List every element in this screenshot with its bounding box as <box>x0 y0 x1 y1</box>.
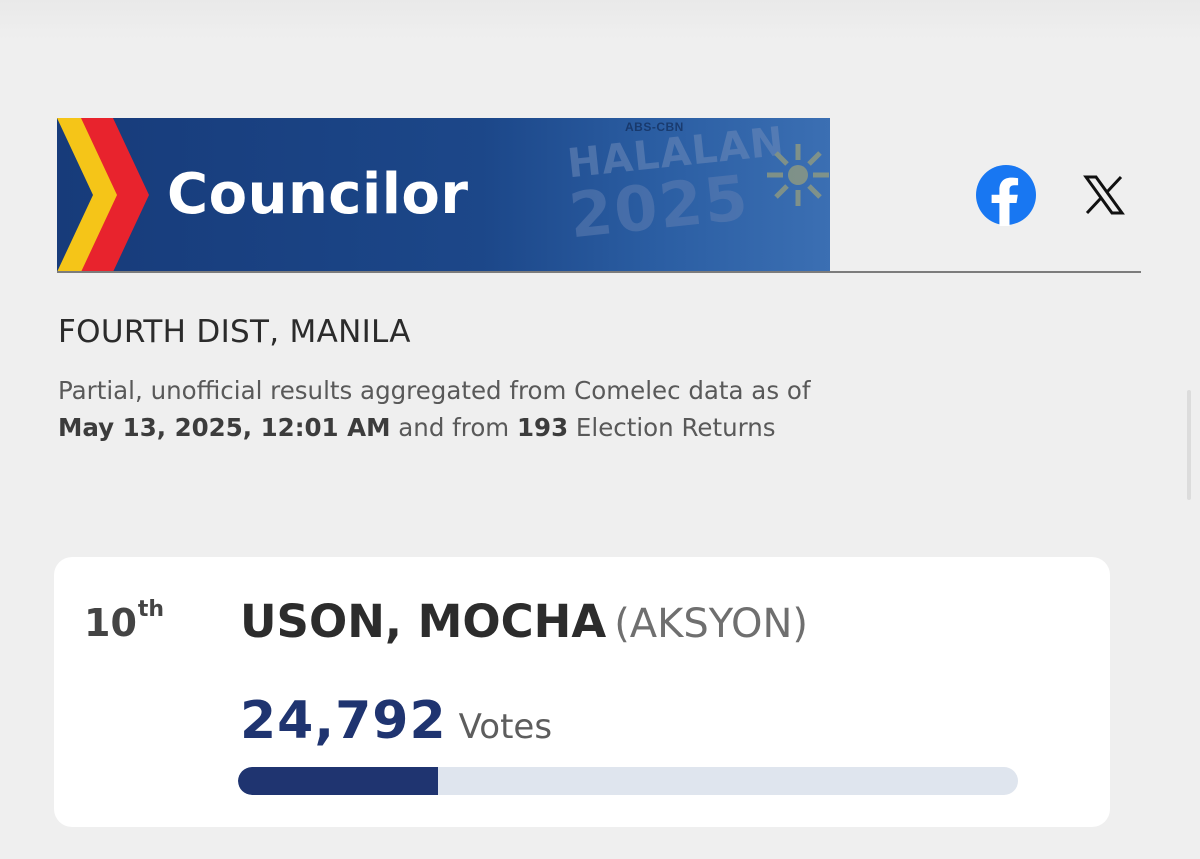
votes-label: Votes <box>458 707 553 747</box>
votes-line: 24,792 Votes <box>240 691 552 751</box>
sun-icon <box>767 144 829 206</box>
info-middle: and from <box>390 413 517 442</box>
halalan-logo: ABS-CBN HALALAN 2025 <box>537 118 830 272</box>
x-icon[interactable] <box>1083 174 1125 216</box>
rank-number: 10 <box>84 601 137 645</box>
rank: 10th <box>84 597 164 645</box>
info-returns-count: 193 <box>516 413 569 442</box>
section-header: Councilor ABS-CBN HALALAN 2025 <box>57 118 1141 274</box>
votes-progress-bar <box>238 767 1018 795</box>
votes-count: 24,792 <box>240 691 447 751</box>
page: Councilor ABS-CBN HALALAN 2025 FOURTH DI… <box>0 0 1200 859</box>
scrollbar[interactable] <box>1187 390 1191 500</box>
candidate-card[interactable]: 10th USON, MOCHA (AKSYON) 24,792 Votes <box>54 557 1110 827</box>
chevron-accent-icon <box>57 118 149 272</box>
header-divider <box>57 271 1141 273</box>
facebook-icon[interactable] <box>975 164 1037 226</box>
title-banner: Councilor ABS-CBN HALALAN 2025 <box>57 118 830 272</box>
page-title: Councilor <box>167 162 469 227</box>
rank-suffix: th <box>137 597 165 622</box>
candidate-line: USON, MOCHA (AKSYON) <box>240 595 808 648</box>
votes-progress-fill <box>238 767 439 795</box>
results-info: Partial, unofficial results aggregated f… <box>58 372 858 446</box>
candidate-party: (AKSYON) <box>614 601 809 647</box>
info-suffix: Election Returns <box>568 413 776 442</box>
info-date: May 13, 2025, 12:01 AM <box>58 413 391 442</box>
district-title: FOURTH DIST, MANILA <box>58 314 411 350</box>
candidate-name: USON, MOCHA <box>240 595 607 648</box>
info-prefix: Partial, unofficial results aggregated f… <box>58 376 811 405</box>
